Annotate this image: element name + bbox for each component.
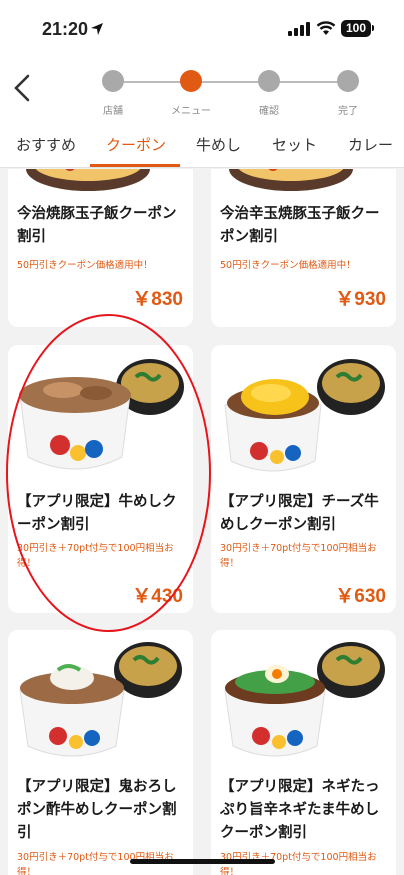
product-price: ￥430 [132, 586, 183, 607]
signal-icon [288, 22, 310, 36]
status-bar: 21:20 100 [0, 0, 404, 50]
step-dot-confirm [258, 70, 280, 92]
product-title: 今治焼豚玉子飯クーポン割引 [17, 206, 177, 245]
product-title: 【アプリ限定】チーズ牛めしクーポン割引 [220, 494, 379, 533]
step-dot-menu [180, 70, 202, 92]
product-image [229, 169, 353, 191]
step-dot-complete [337, 70, 359, 92]
product-note: 50円引きクーポン価格適用中！ [220, 260, 356, 271]
order-progress-steps: 店舗 メニュー 確認 完了 [0, 50, 404, 120]
step-dot-store [102, 70, 124, 92]
tab-recommended[interactable]: おすすめ [16, 134, 76, 155]
product-image [19, 642, 182, 757]
product-image [224, 359, 385, 472]
tab-curry[interactable]: カレー [348, 134, 393, 155]
home-indicator[interactable] [130, 859, 275, 864]
product-price: ￥630 [335, 586, 386, 607]
location-arrow-icon [91, 23, 103, 35]
product-card[interactable]: 【アプリ限定】牛めしクーポン割引 30円引き＋70pt付与で100円相当お得！ … [8, 345, 193, 613]
step-label-menu: メニュー [171, 106, 211, 117]
step-label-confirm: 確認 [259, 106, 279, 117]
active-tab-indicator [90, 164, 180, 167]
product-title: 【アプリ限定】ネギたっぷり旨辛ネギたま牛めしクーポン割引 [220, 779, 380, 841]
step-label-complete: 完了 [338, 106, 358, 117]
product-title: 【アプリ限定】鬼おろしポン酢牛めしクーポン割引 [17, 779, 177, 841]
product-note: 30円引き＋70pt付与で100円相当お得！ [17, 543, 174, 569]
category-tabs: おすすめ クーポン 牛めし セット カレー [0, 120, 404, 168]
tab-gyumeshi[interactable]: 牛めし [196, 134, 241, 155]
product-image [19, 359, 184, 470]
product-price: ￥830 [132, 289, 183, 310]
product-price: ￥930 [335, 289, 386, 310]
step-label-store: 店舗 [103, 106, 123, 117]
product-title: 今治辛玉焼豚玉子飯クーポン割引 [220, 206, 380, 245]
tab-coupon[interactable]: クーポン [106, 134, 166, 155]
product-note: 50円引きクーポン価格適用中！ [17, 260, 153, 271]
product-card[interactable]: 今治辛玉焼豚玉子飯クーポン割引 50円引きクーポン価格適用中！ ￥930 [211, 169, 396, 327]
order-header: 店舗 メニュー 確認 完了 [0, 50, 404, 120]
product-card[interactable]: 今治焼豚玉子飯クーポン割引 50円引きクーポン価格適用中！ ￥830 [8, 169, 193, 327]
product-note: 30円引き＋70pt付与で100円相当お得！ [220, 543, 377, 569]
product-title: 【アプリ限定】牛めしクーポン割引 [17, 494, 177, 533]
product-image [224, 642, 385, 757]
wifi-icon [316, 21, 336, 35]
tab-set[interactable]: セット [272, 134, 317, 155]
battery-tip [372, 25, 374, 31]
status-time: 21:20 [42, 19, 89, 39]
product-image [26, 169, 150, 191]
product-card[interactable]: 【アプリ限定】チーズ牛めしクーポン割引 30円引き＋70pt付与で100円相当お… [211, 345, 396, 613]
coupon-product-grid: 今治焼豚玉子飯クーポン割引 50円引きクーポン価格適用中！ ￥830 今治辛玉焼… [0, 169, 404, 875]
product-card[interactable]: 【アプリ限定】ネギたっぷり旨辛ネギたま牛めしクーポン割引 30円引き＋70pt付… [211, 630, 396, 875]
battery-indicator: 100 [341, 20, 371, 37]
product-card[interactable]: 【アプリ限定】鬼おろしポン酢牛めしクーポン割引 30円引き＋70pt付与で100… [8, 630, 193, 875]
